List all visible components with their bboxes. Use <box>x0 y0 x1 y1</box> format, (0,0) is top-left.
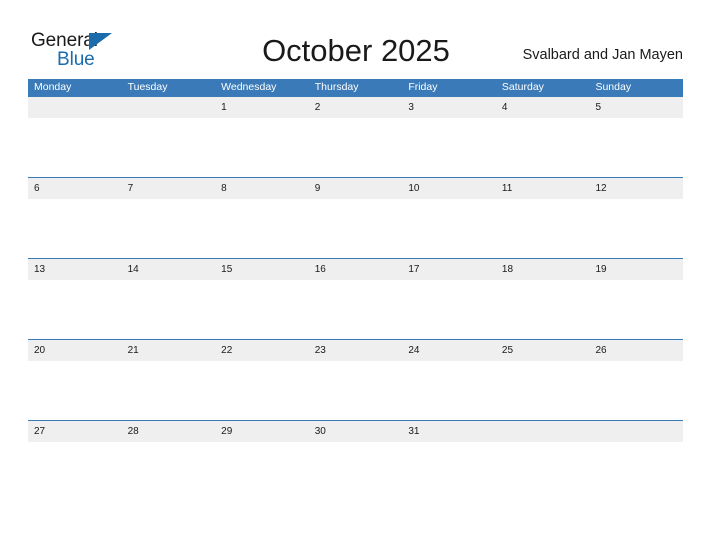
day-cell[interactable]: 18 <box>496 259 590 280</box>
page-title: October 2025 <box>262 33 450 68</box>
day-cell[interactable]: 15 <box>215 259 309 280</box>
day-cell[interactable]: 29 <box>215 421 309 442</box>
day-cell[interactable]: 24 <box>402 340 496 361</box>
triangle-icon <box>89 33 112 50</box>
week-row: 6 7 8 9 10 11 12 <box>28 177 683 259</box>
weekday-header-friday: Friday <box>408 81 438 93</box>
day-cell[interactable]: 25 <box>496 340 590 361</box>
day-cell[interactable]: 9 <box>309 178 403 199</box>
week-row: 20 21 22 23 24 25 26 <box>28 339 683 421</box>
day-cell[interactable]: 20 <box>28 340 122 361</box>
day-cell[interactable]: 23 <box>309 340 403 361</box>
page-header: General Blue October 2025 Svalbard and J… <box>0 0 712 79</box>
day-cell[interactable]: 17 <box>402 259 496 280</box>
calendar-page: General Blue October 2025 Svalbard and J… <box>0 0 712 550</box>
day-cell[interactable]: 16 <box>309 259 403 280</box>
week-row: 1 2 3 4 5 <box>28 96 683 178</box>
week-event-area[interactable] <box>28 361 683 421</box>
day-cell[interactable]: 1 <box>215 97 309 118</box>
day-cell[interactable]: 26 <box>589 340 683 361</box>
weekday-header-row: Monday Tuesday Wednesday Thursday Friday… <box>28 79 683 96</box>
day-cell[interactable]: 10 <box>402 178 496 199</box>
day-cell[interactable] <box>589 421 683 442</box>
day-cell[interactable]: 11 <box>496 178 590 199</box>
day-cell[interactable]: 27 <box>28 421 122 442</box>
day-cell[interactable]: 14 <box>122 259 216 280</box>
weekday-header-wednesday: Wednesday <box>221 81 277 93</box>
day-cell[interactable]: 28 <box>122 421 216 442</box>
day-cell[interactable]: 30 <box>309 421 403 442</box>
day-cell[interactable]: 2 <box>309 97 403 118</box>
logo-text-general: General <box>31 30 98 51</box>
date-band: 1 2 3 4 5 <box>28 97 683 118</box>
week-event-area[interactable] <box>28 199 683 259</box>
weekday-header-tuesday: Tuesday <box>127 81 168 93</box>
day-cell[interactable]: 22 <box>215 340 309 361</box>
date-band: 13 14 15 16 17 18 19 <box>28 259 683 280</box>
day-cell[interactable]: 6 <box>28 178 122 199</box>
logo-text-blue: Blue <box>57 49 95 70</box>
week-event-area[interactable] <box>28 118 683 178</box>
day-cell[interactable]: 4 <box>496 97 590 118</box>
day-cell[interactable] <box>122 97 216 118</box>
day-cell[interactable]: 31 <box>402 421 496 442</box>
week-event-area[interactable] <box>28 280 683 340</box>
day-cell[interactable]: 21 <box>122 340 216 361</box>
week-row: 27 28 29 30 31 <box>28 420 683 502</box>
weekday-header-sunday: Sunday <box>595 81 632 93</box>
day-cell[interactable]: 3 <box>402 97 496 118</box>
week-row: 13 14 15 16 17 18 19 <box>28 258 683 340</box>
day-cell[interactable] <box>496 421 590 442</box>
week-event-area[interactable] <box>28 442 683 502</box>
day-cell[interactable] <box>28 97 122 118</box>
calendar-grid: Monday Tuesday Wednesday Thursday Friday… <box>28 79 683 502</box>
day-cell[interactable]: 13 <box>28 259 122 280</box>
weekday-header-saturday: Saturday <box>501 81 544 93</box>
region-label: Svalbard and Jan Mayen <box>522 47 683 63</box>
weekday-header-thursday: Thursday <box>314 81 359 93</box>
day-cell[interactable]: 5 <box>589 97 683 118</box>
date-band: 6 7 8 9 10 11 12 <box>28 178 683 199</box>
day-cell[interactable]: 19 <box>589 259 683 280</box>
day-cell[interactable]: 12 <box>589 178 683 199</box>
date-band: 27 28 29 30 31 <box>28 421 683 442</box>
day-cell[interactable]: 7 <box>122 178 216 199</box>
date-band: 20 21 22 23 24 25 26 <box>28 340 683 361</box>
weekday-header-monday: Monday <box>34 81 72 93</box>
day-cell[interactable]: 8 <box>215 178 309 199</box>
general-blue-logo[interactable]: General Blue <box>31 30 151 72</box>
